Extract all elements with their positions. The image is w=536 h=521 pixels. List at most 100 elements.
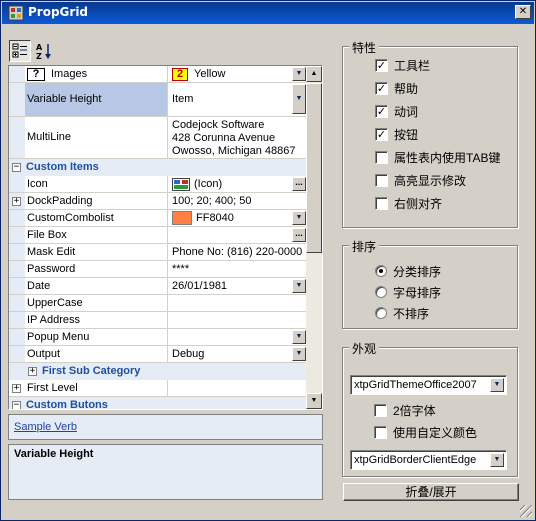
category-custom-items[interactable]: − Custom Items bbox=[9, 159, 307, 176]
category-custom-butons[interactable]: − Custom Butons bbox=[9, 397, 307, 410]
select-value: xtpGridBorderClientEdge bbox=[354, 454, 477, 466]
grid-row-uppercase[interactable]: UpperCase bbox=[9, 295, 307, 312]
grid-row-images[interactable]: ? Images 2 Yellow ▼ bbox=[9, 66, 307, 83]
property-value[interactable]: ▼ bbox=[169, 329, 307, 345]
radio-no-sort[interactable]: 不排序 bbox=[375, 305, 429, 321]
scroll-thumb[interactable] bbox=[306, 83, 322, 253]
radio-categorized[interactable]: 分类排序 bbox=[375, 263, 441, 279]
property-value[interactable]: FF8040 ▼ bbox=[169, 210, 307, 226]
property-name: DockPadding bbox=[25, 193, 168, 209]
checkbox-verbs[interactable]: ✓ 动词 bbox=[375, 103, 418, 119]
radio-label: 不排序 bbox=[393, 306, 430, 321]
expand-icon[interactable]: + bbox=[12, 197, 21, 206]
chevron-down-icon[interactable]: ▼ bbox=[490, 453, 504, 467]
close-button[interactable]: ✕ bbox=[515, 5, 531, 19]
multiline-line: Owosso, Michigan 48867 bbox=[172, 145, 296, 157]
grid-row-custom-combolist[interactable]: CustomCombolist FF8040 ▼ bbox=[9, 210, 307, 227]
property-value[interactable]: 26/01/1981 ▼ bbox=[169, 278, 307, 294]
check-icon[interactable] bbox=[375, 173, 388, 187]
grid-row-mask-edit[interactable]: Mask Edit Phone No: (816) 220-0000 bbox=[9, 244, 307, 261]
grid-row-icon[interactable]: Icon (Icon) ... bbox=[9, 176, 307, 193]
checkbox-buttons[interactable]: ✓ 按钮 bbox=[375, 126, 418, 142]
expand-icon[interactable]: + bbox=[28, 367, 37, 376]
radio-icon[interactable] bbox=[375, 307, 387, 319]
dropdown-button[interactable]: ▼ bbox=[292, 67, 306, 81]
property-value[interactable] bbox=[169, 312, 307, 328]
row-margin bbox=[9, 295, 25, 311]
check-icon[interactable]: ✓ bbox=[375, 58, 388, 72]
grid-row-popup-menu[interactable]: Popup Menu ▼ bbox=[9, 329, 307, 346]
radio-selected-icon[interactable] bbox=[375, 265, 387, 277]
checkbox-double-font[interactable]: 2倍字体 bbox=[374, 402, 436, 418]
dropdown-button[interactable]: ▼ bbox=[292, 330, 306, 344]
dropdown-button[interactable]: ▼ bbox=[292, 279, 306, 293]
help-panel: Variable Height bbox=[8, 444, 323, 500]
grid-row-file-box[interactable]: File Box ... bbox=[9, 227, 307, 244]
property-value[interactable]: **** bbox=[169, 261, 307, 277]
dropdown-button[interactable]: ▼ bbox=[292, 347, 306, 361]
alphabetic-button[interactable]: A Z bbox=[33, 40, 55, 62]
checkbox-custom-colors[interactable]: 使用自定义颜色 bbox=[374, 424, 477, 440]
vertical-scrollbar[interactable]: ▲ ▼ bbox=[306, 66, 322, 409]
row-margin: + bbox=[9, 380, 25, 396]
dropdown-button[interactable]: ▼ bbox=[292, 211, 306, 225]
property-name: Variable Height bbox=[25, 83, 168, 116]
grid-row-password[interactable]: Password **** bbox=[9, 261, 307, 278]
check-icon[interactable]: ✓ bbox=[375, 104, 388, 118]
collapse-expand-button[interactable]: 折叠/展开 bbox=[343, 483, 519, 501]
grid-row-multiline[interactable]: MultiLine Codejock Software 428 Corunna … bbox=[9, 117, 307, 159]
category-first-sub-category[interactable]: + First Sub Category bbox=[9, 363, 307, 380]
property-value[interactable]: (Icon) ... bbox=[169, 176, 307, 192]
grid-row-first-level[interactable]: + First Level bbox=[9, 380, 307, 397]
check-icon[interactable]: ✓ bbox=[375, 127, 388, 141]
radio-alphabetical[interactable]: 字母排序 bbox=[375, 284, 441, 300]
property-name: CustomCombolist bbox=[25, 210, 168, 226]
check-icon[interactable] bbox=[374, 425, 387, 439]
svg-text:A: A bbox=[36, 43, 43, 52]
theme-select[interactable]: xtpGridThemeOffice2007 ▼ bbox=[350, 375, 507, 395]
checkbox-tab-key[interactable]: 属性表内使用TAB键 bbox=[375, 149, 500, 165]
collapse-icon[interactable]: − bbox=[12, 163, 21, 172]
category-label: Custom Butons bbox=[26, 399, 108, 410]
property-value[interactable]: 2 Yellow ▼ bbox=[169, 66, 307, 82]
expand-icon[interactable]: + bbox=[12, 384, 21, 393]
categorized-button[interactable] bbox=[9, 40, 31, 62]
title-bar[interactable]: PropGrid ✕ bbox=[2, 2, 534, 24]
grid-row-output[interactable]: Output Debug ▼ bbox=[9, 346, 307, 363]
border-style-select[interactable]: xtpGridBorderClientEdge ▼ bbox=[350, 450, 507, 470]
check-icon[interactable] bbox=[375, 150, 388, 164]
checkbox-toolbar[interactable]: ✓ 工具栏 bbox=[375, 57, 430, 73]
grid-row-ip-address[interactable]: IP Address bbox=[9, 312, 307, 329]
property-value[interactable]: ... bbox=[169, 227, 307, 243]
property-value[interactable]: Codejock Software 428 Corunna Avenue Owo… bbox=[169, 117, 307, 158]
collapse-icon[interactable]: − bbox=[12, 401, 21, 409]
property-value[interactable]: Phone No: (816) 220-0000 bbox=[169, 244, 307, 260]
browse-button[interactable]: ... bbox=[292, 228, 306, 242]
check-icon[interactable]: ✓ bbox=[375, 81, 388, 95]
grid-row-date[interactable]: Date 26/01/1981 ▼ bbox=[9, 278, 307, 295]
property-value[interactable]: 100; 20; 400; 50 bbox=[169, 193, 307, 209]
property-value-text: Item bbox=[172, 93, 194, 105]
property-grid[interactable]: ? Images 2 Yellow ▼ Variable Height Item ▼… bbox=[8, 65, 323, 410]
resize-grip-icon[interactable] bbox=[520, 505, 532, 517]
check-icon[interactable] bbox=[375, 196, 388, 210]
checkbox-right-align[interactable]: 右侧对齐 bbox=[375, 195, 442, 211]
property-value[interactable] bbox=[169, 295, 307, 311]
chevron-down-icon[interactable]: ▼ bbox=[490, 378, 504, 392]
grid-row-dockpadding[interactable]: + DockPadding 100; 20; 400; 50 bbox=[9, 193, 307, 210]
checkbox-help[interactable]: ✓ 帮助 bbox=[375, 80, 418, 96]
sample-verb-link[interactable]: Sample Verb bbox=[14, 421, 77, 433]
scroll-down-icon[interactable]: ▼ bbox=[306, 393, 322, 409]
dropdown-button[interactable]: ▼ bbox=[292, 84, 306, 114]
grid-row-variable-height[interactable]: Variable Height Item ▼ bbox=[9, 83, 307, 117]
check-icon[interactable] bbox=[374, 403, 387, 417]
property-value[interactable]: Item ▼ bbox=[169, 83, 307, 116]
property-value[interactable] bbox=[169, 380, 307, 396]
radio-icon[interactable] bbox=[375, 286, 387, 298]
row-margin bbox=[9, 210, 25, 226]
categorized-icon bbox=[12, 43, 27, 58]
checkbox-highlight-changes[interactable]: 高亮显示修改 bbox=[375, 172, 466, 188]
browse-button[interactable]: ... bbox=[292, 177, 306, 191]
scroll-up-icon[interactable]: ▲ bbox=[306, 66, 322, 82]
property-value[interactable]: Debug ▼ bbox=[169, 346, 307, 362]
